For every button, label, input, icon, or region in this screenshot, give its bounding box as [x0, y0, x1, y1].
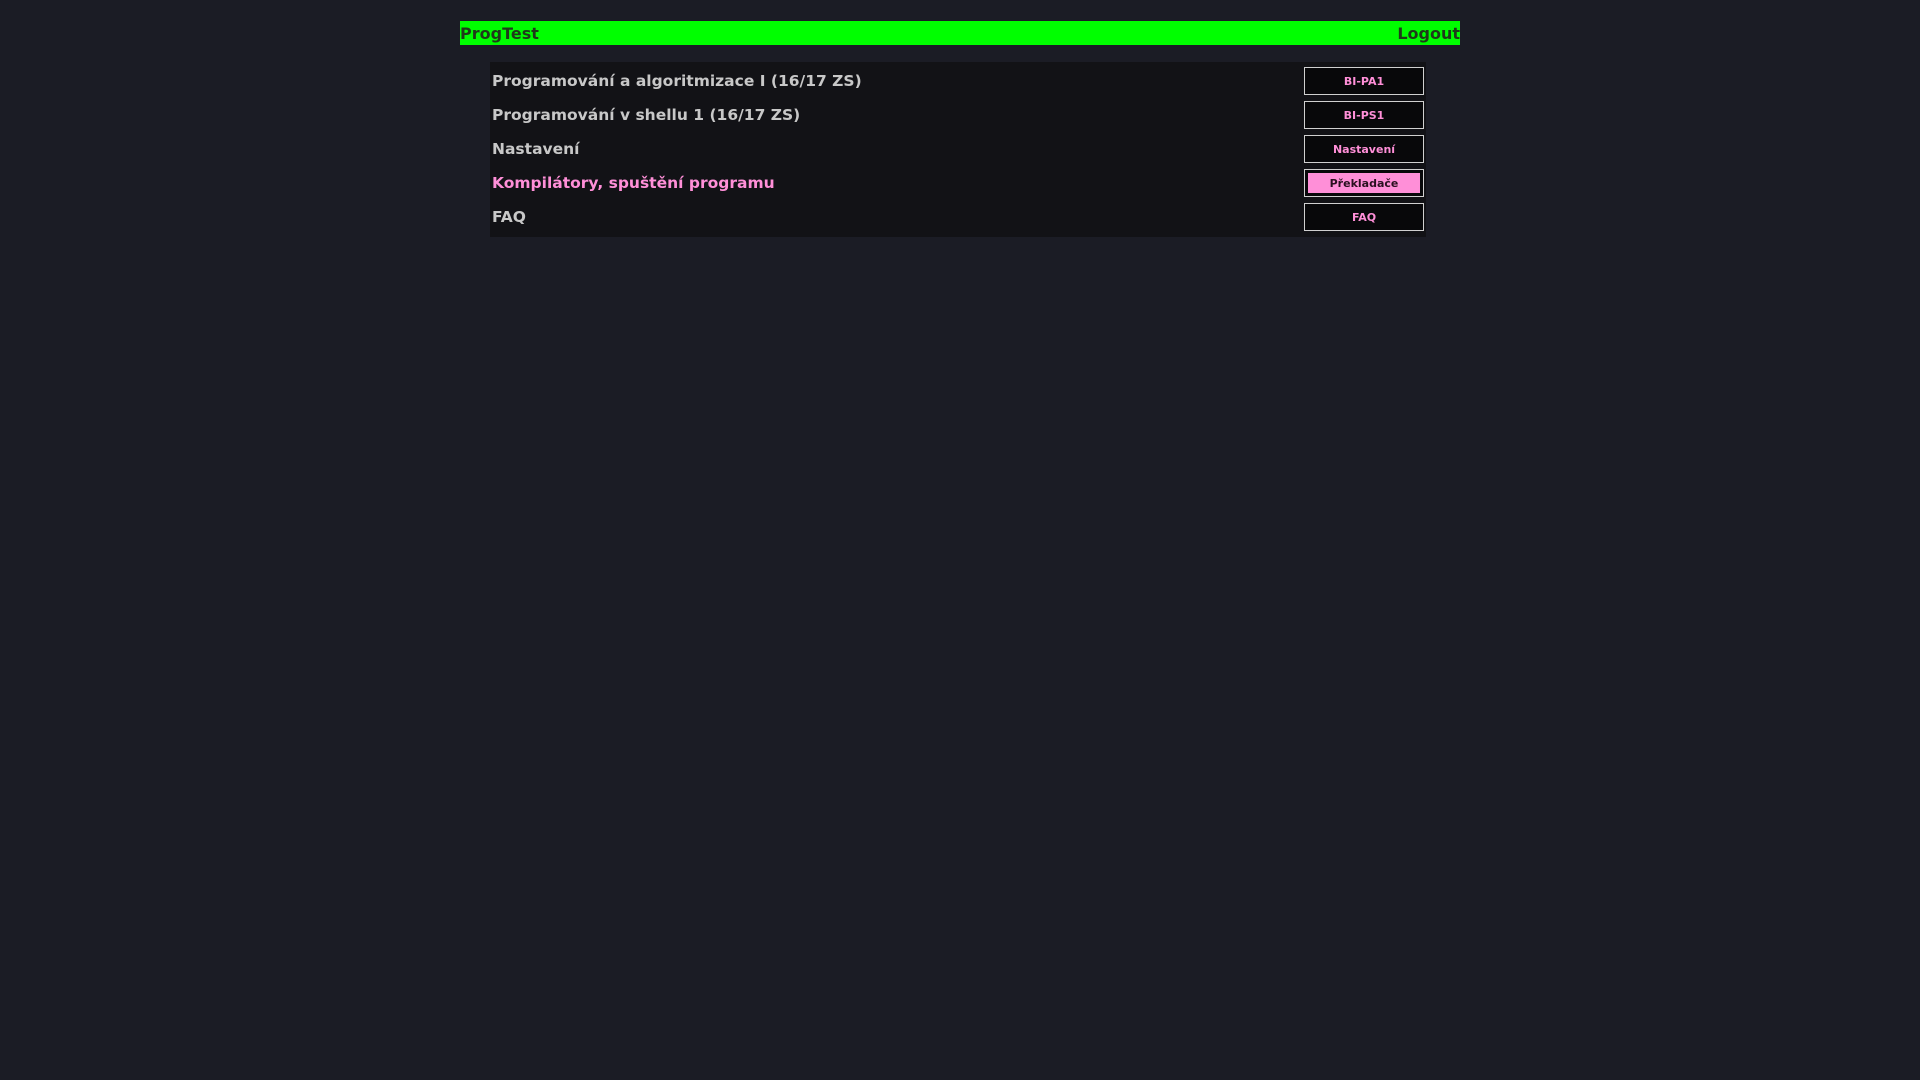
compilers-button[interactable]: Překladače	[1304, 169, 1424, 197]
menu-item-label[interactable]: Programování v shellu 1 (16/17 ZS)	[490, 106, 800, 124]
bi-pa1-button[interactable]: BI-PA1	[1304, 67, 1424, 95]
menu-item-label[interactable]: Programování a algoritmizace I (16/17 ZS…	[490, 72, 862, 90]
menu-item-label[interactable]: Nastavení	[490, 140, 580, 158]
faq-button[interactable]: FAQ	[1304, 203, 1424, 231]
menu-item-compilers[interactable]: Kompilátory, spuštění programu Překladač…	[490, 166, 1426, 200]
settings-button[interactable]: Nastavení	[1304, 135, 1424, 163]
top-bar: ProgTest Logout	[460, 21, 1460, 45]
menu-item-label[interactable]: FAQ	[490, 208, 526, 226]
menu-item-label[interactable]: Kompilátory, spuštění programu	[490, 174, 775, 192]
menu-item-bi-pa1[interactable]: Programování a algoritmizace I (16/17 ZS…	[490, 64, 1426, 98]
logout-link[interactable]: Logout	[1397, 24, 1460, 43]
main-menu: Programování a algoritmizace I (16/17 ZS…	[490, 62, 1426, 237]
menu-item-settings[interactable]: Nastavení Nastavení	[490, 132, 1426, 166]
bi-ps1-button[interactable]: BI-PS1	[1304, 101, 1424, 129]
brand-title: ProgTest	[460, 23, 539, 43]
menu-item-faq[interactable]: FAQ FAQ	[490, 200, 1426, 234]
compilers-button-label: Překladače	[1308, 173, 1420, 193]
menu-item-bi-ps1[interactable]: Programování v shellu 1 (16/17 ZS) BI-PS…	[490, 98, 1426, 132]
